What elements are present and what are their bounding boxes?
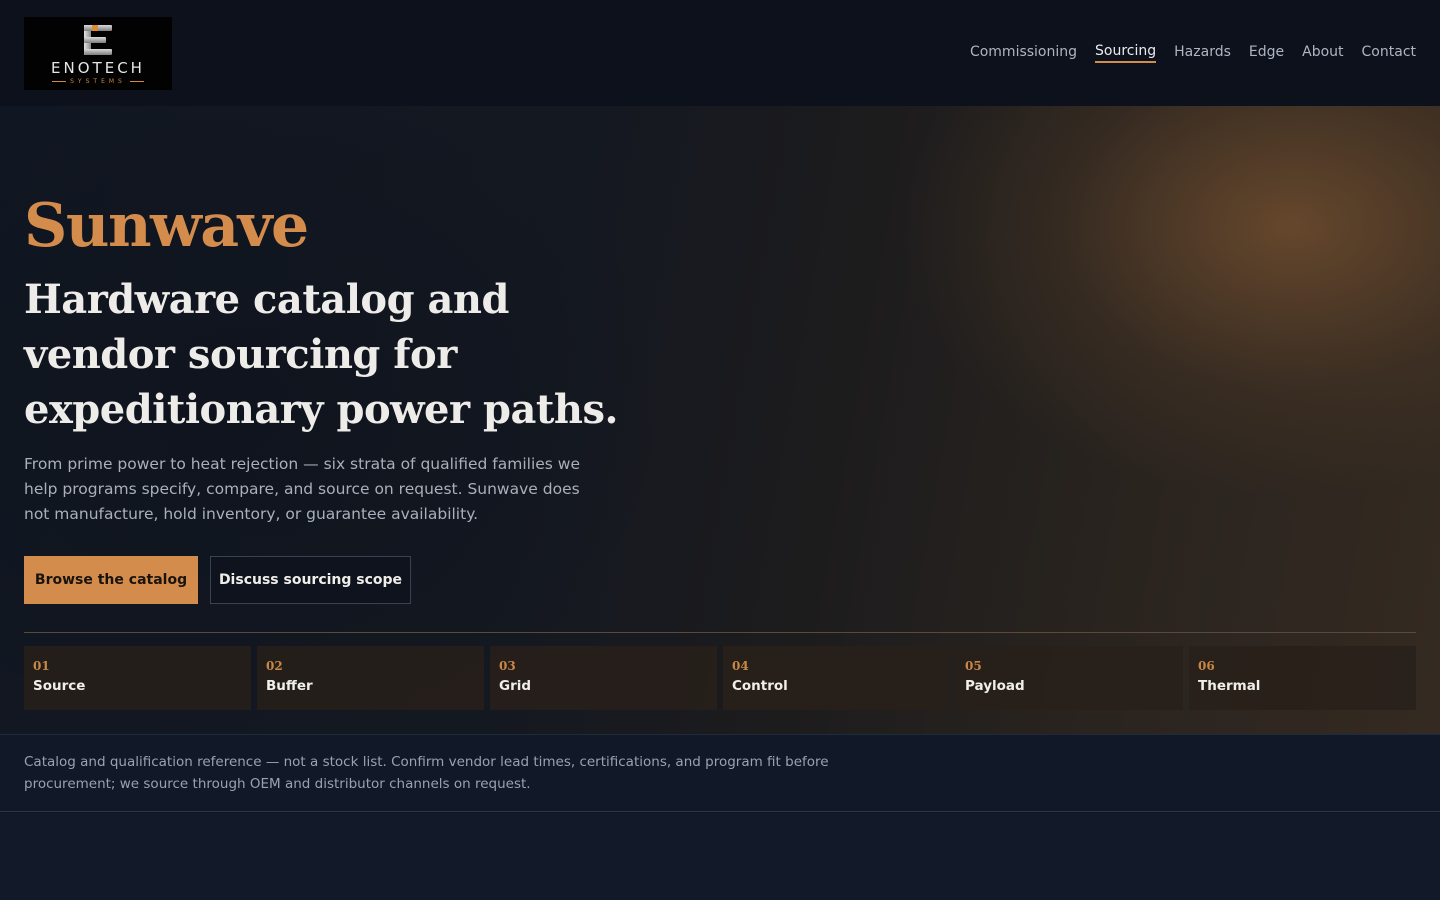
stratum-label: Grid	[499, 678, 532, 694]
stratum-label: Buffer	[266, 678, 313, 694]
hero-section: Sunwave Hardware catalog and vendor sour…	[0, 106, 1440, 734]
nav-contact[interactable]: Contact	[1362, 44, 1416, 62]
stratum-grid[interactable]: 03 Grid	[490, 646, 717, 710]
stratum-thermal[interactable]: 06 Thermal	[1189, 646, 1416, 710]
stratum-payload[interactable]: 05 Payload	[956, 646, 1183, 710]
stratum-label: Payload	[965, 678, 1025, 694]
stratum-label: Thermal	[1198, 678, 1261, 694]
strata-list: 01 Source 02 Buffer 03 Grid 04 Control 0…	[24, 646, 1416, 710]
catalog-notice: Catalog and qualification reference — no…	[0, 734, 1440, 812]
stratum-number: 06	[1198, 659, 1215, 673]
stratum-label: Source	[33, 678, 86, 694]
site-header: ENOTECH SYSTEMS Commissioning Sourcing H…	[0, 0, 1440, 106]
stratum-number: 05	[965, 659, 982, 673]
notice-text: Catalog and qualification reference — no…	[24, 754, 829, 792]
nav-about[interactable]: About	[1302, 44, 1343, 62]
browse-catalog-button[interactable]: Browse the catalog	[24, 556, 198, 604]
nav-commissioning[interactable]: Commissioning	[970, 44, 1077, 62]
enotech-logo[interactable]: ENOTECH SYSTEMS	[24, 16, 172, 90]
stratum-number: 02	[266, 659, 283, 673]
cta-row: Browse the catalog Discuss sourcing scop…	[24, 556, 411, 604]
stratum-buffer[interactable]: 02 Buffer	[257, 646, 484, 710]
stratum-number: 01	[33, 659, 50, 673]
stratum-number: 04	[732, 659, 749, 673]
logo-subtitle: SYSTEMS	[52, 78, 144, 85]
stratum-source[interactable]: 01 Source	[24, 646, 251, 710]
strata-divider	[24, 632, 1416, 633]
discuss-sourcing-button[interactable]: Discuss sourcing scope	[210, 556, 411, 604]
next-section	[0, 813, 1440, 900]
stratum-control[interactable]: 04 Control	[723, 646, 950, 710]
brand-title: Sunwave	[24, 191, 309, 261]
nav-sourcing[interactable]: Sourcing	[1095, 43, 1157, 63]
nav-edge[interactable]: Edge	[1249, 44, 1284, 62]
enotech-e-icon	[80, 24, 116, 57]
stratum-number: 03	[499, 659, 516, 673]
logo-wordmark: ENOTECH	[51, 58, 145, 77]
hero-lede: From prime power to heat rejection — six…	[24, 455, 581, 523]
main-nav: Commissioning Sourcing Hazards Edge Abou…	[970, 43, 1416, 63]
stratum-label: Control	[732, 678, 788, 694]
nav-hazards[interactable]: Hazards	[1174, 44, 1231, 62]
hero-headline: Hardware catalog and vendor sourcing for…	[24, 276, 618, 433]
